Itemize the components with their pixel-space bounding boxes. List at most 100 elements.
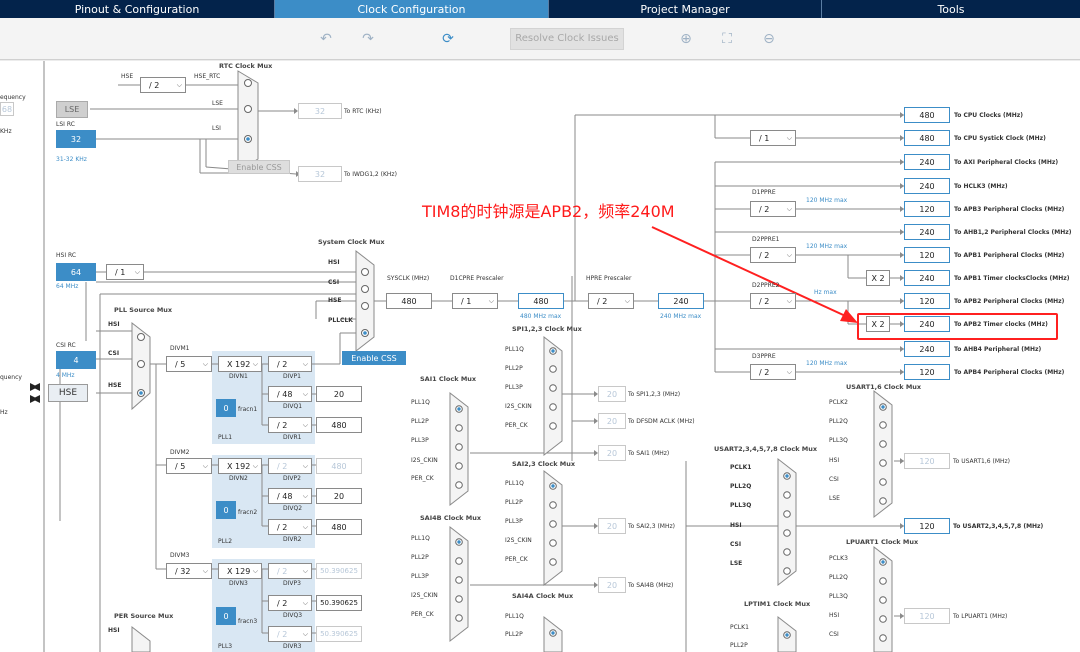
refresh-icon[interactable]: ⟳ (438, 30, 458, 48)
sai23-output[interactable]: 20 (598, 518, 626, 534)
divp1-select[interactable]: / 2 ⌵ (268, 356, 312, 372)
cpu-systick-output[interactable]: 480 (904, 130, 950, 146)
sai4b-in-pll3p: PLL3P (411, 573, 429, 580)
rtc-hse-divider[interactable]: / 2 ⌵ (140, 77, 186, 93)
divn1-select[interactable]: X 192 ⌵ (218, 356, 262, 372)
divq3-output[interactable]: 50.390625 (316, 595, 362, 611)
divr3-output[interactable]: 50.390625 (316, 626, 362, 642)
lptim-mux-title: LPTIM1 Clock Mux (744, 600, 811, 608)
sys-enable-css-button[interactable]: Enable CSS (342, 351, 406, 365)
usart2-output-label: To USART2,3,4,5,7,8 (MHz) (953, 523, 1044, 530)
cpu-clock-value[interactable]: 480 (518, 293, 564, 309)
per-source-mux-title: PER Source Mux (114, 612, 174, 620)
apb1-timer-output[interactable]: 240 (904, 270, 950, 286)
divq1-select[interactable]: / 48 ⌵ (268, 386, 312, 402)
hsi-divider[interactable]: / 1 ⌵ (106, 264, 144, 280)
divm1-select[interactable]: / 5 ⌵ (166, 356, 212, 372)
hse-source[interactable]: HSE (48, 384, 88, 402)
apb3-output[interactable]: 120 (904, 201, 950, 217)
hsi-source[interactable]: 64 (56, 263, 96, 281)
khz-label: KHz (0, 128, 12, 135)
d2ppre1-prescaler[interactable]: / 2 ⌵ (750, 247, 796, 263)
usart16-output[interactable]: 120 (904, 453, 950, 469)
lse-frequency-input[interactable]: 68 (0, 102, 14, 116)
divr3-select[interactable]: / 2 ⌵ (268, 626, 312, 642)
csi-source[interactable]: 4 (56, 351, 96, 369)
apb1-output[interactable]: 120 (904, 247, 950, 263)
rtc-enable-css-button[interactable]: Enable CSS (228, 160, 290, 174)
usart2-in-hsi: HSI (730, 522, 742, 529)
dfsdm-output-label: To DFSDM ACLK (MHz) (628, 418, 695, 425)
divq1-output[interactable]: 20 (316, 386, 362, 402)
hpre-prescaler[interactable]: / 2 ⌵ (588, 293, 634, 309)
divq2-output[interactable]: 20 (316, 488, 362, 504)
fracn3-input[interactable]: 0 (216, 607, 236, 625)
sai1-output[interactable]: 20 (598, 445, 626, 461)
tab-project-manager[interactable]: Project Manager (549, 0, 822, 18)
systick-divider[interactable]: / 1 ⌵ (750, 130, 796, 146)
sysclk-value[interactable]: 480 (386, 293, 432, 309)
chevron-down-icon: ⌵ (302, 389, 308, 398)
d3ppre-prescaler[interactable]: / 2 ⌵ (750, 364, 796, 380)
hclk-value[interactable]: 240 (658, 293, 704, 309)
zoom-in-icon[interactable]: ⊕ (676, 30, 696, 48)
apb4-output[interactable]: 120 (904, 364, 950, 380)
chevron-down-icon: ⌵ (488, 296, 494, 305)
divm2-select[interactable]: / 5 ⌵ (166, 458, 212, 474)
ahb12-output[interactable]: 240 (904, 224, 950, 240)
divr2-output[interactable]: 480 (316, 519, 362, 535)
divn3-select[interactable]: X 129 ⌵ (218, 563, 262, 579)
undo-icon[interactable]: ↶ (316, 30, 336, 48)
toolbar: ↶ ↷ ⟳ Resolve Clock Issues ⊕ ⛶ ⊖ (0, 18, 1080, 60)
lpuart-output[interactable]: 120 (904, 608, 950, 624)
sai4b-output[interactable]: 20 (598, 577, 626, 593)
d2ppre2-prescaler[interactable]: / 2 ⌵ (750, 293, 796, 309)
redo-icon[interactable]: ↷ (358, 30, 378, 48)
spi-output[interactable]: 20 (598, 386, 626, 402)
usart16-in-csi: CSI (829, 476, 839, 483)
d1ppre-prescaler[interactable]: / 2 ⌵ (750, 201, 796, 217)
usart2-output[interactable]: 120 (904, 518, 950, 534)
divr2-select[interactable]: / 2 ⌵ (268, 519, 312, 535)
dfsdm-output[interactable]: 20 (598, 413, 626, 429)
divn2-select[interactable]: X 192 ⌵ (218, 458, 262, 474)
divr1-output[interactable]: 480 (316, 417, 362, 433)
d3ppre-label: D3PPRE (752, 353, 776, 360)
sai4a-mux-title: SAI4A Clock Mux (512, 592, 574, 600)
d1cpre-prescaler[interactable]: / 1 ⌵ (452, 293, 498, 309)
zoom-out-icon[interactable]: ⊖ (759, 30, 779, 48)
sai23-in-pll1q: PLL1Q (505, 480, 524, 487)
apb2-output[interactable]: 120 (904, 293, 950, 309)
resolve-clock-issues-button[interactable]: Resolve Clock Issues (510, 28, 624, 50)
divp3-select[interactable]: / 2 ⌵ (268, 563, 312, 579)
axi-output[interactable]: 240 (904, 154, 950, 170)
d2ppre2-max-label: Hz max (814, 289, 837, 296)
d3ppre-max-label: 120 MHz max (806, 360, 848, 367)
lsi-rc-label: LSI RC (56, 121, 75, 128)
divr2-label: DIVR2 (283, 536, 302, 543)
divm3-select[interactable]: / 32 ⌵ (166, 563, 212, 579)
iwdg-output[interactable]: 32 (298, 166, 342, 182)
tab-clock-configuration[interactable]: Clock Configuration (275, 0, 549, 18)
divr1-select[interactable]: / 2 ⌵ (268, 417, 312, 433)
divq2-select[interactable]: / 48 ⌵ (268, 488, 312, 504)
divq3-select[interactable]: / 2 ⌵ (268, 595, 312, 611)
fracn2-input[interactable]: 0 (216, 501, 236, 519)
divp3-output[interactable]: 50.390625 (316, 563, 362, 579)
ahb4-label: To AHB4 Peripheral (MHz) (954, 346, 1042, 353)
hclk3-output[interactable]: 240 (904, 178, 950, 194)
apb1-timer-label: To APB1 Timer clocksClocks (MHz) (954, 275, 1070, 282)
cpu-clocks-output[interactable]: 480 (904, 107, 950, 123)
ahb4-output[interactable]: 240 (904, 341, 950, 357)
lse-source[interactable]: LSE (56, 101, 88, 118)
fit-screen-icon[interactable]: ⛶ (717, 30, 737, 48)
fracn1-input[interactable]: 0 (216, 399, 236, 417)
lsi-source[interactable]: 32 (56, 130, 96, 148)
tab-tools[interactable]: Tools (822, 0, 1080, 18)
rtc-output[interactable]: 32 (298, 103, 342, 119)
divp2-output[interactable]: 480 (316, 458, 362, 474)
usart16-in-pll2q: PLL2Q (829, 418, 848, 425)
tab-pinout[interactable]: Pinout & Configuration (0, 0, 275, 18)
divp2-select[interactable]: / 2 ⌵ (268, 458, 312, 474)
hpre-label: HPRE Prescaler (586, 275, 632, 282)
